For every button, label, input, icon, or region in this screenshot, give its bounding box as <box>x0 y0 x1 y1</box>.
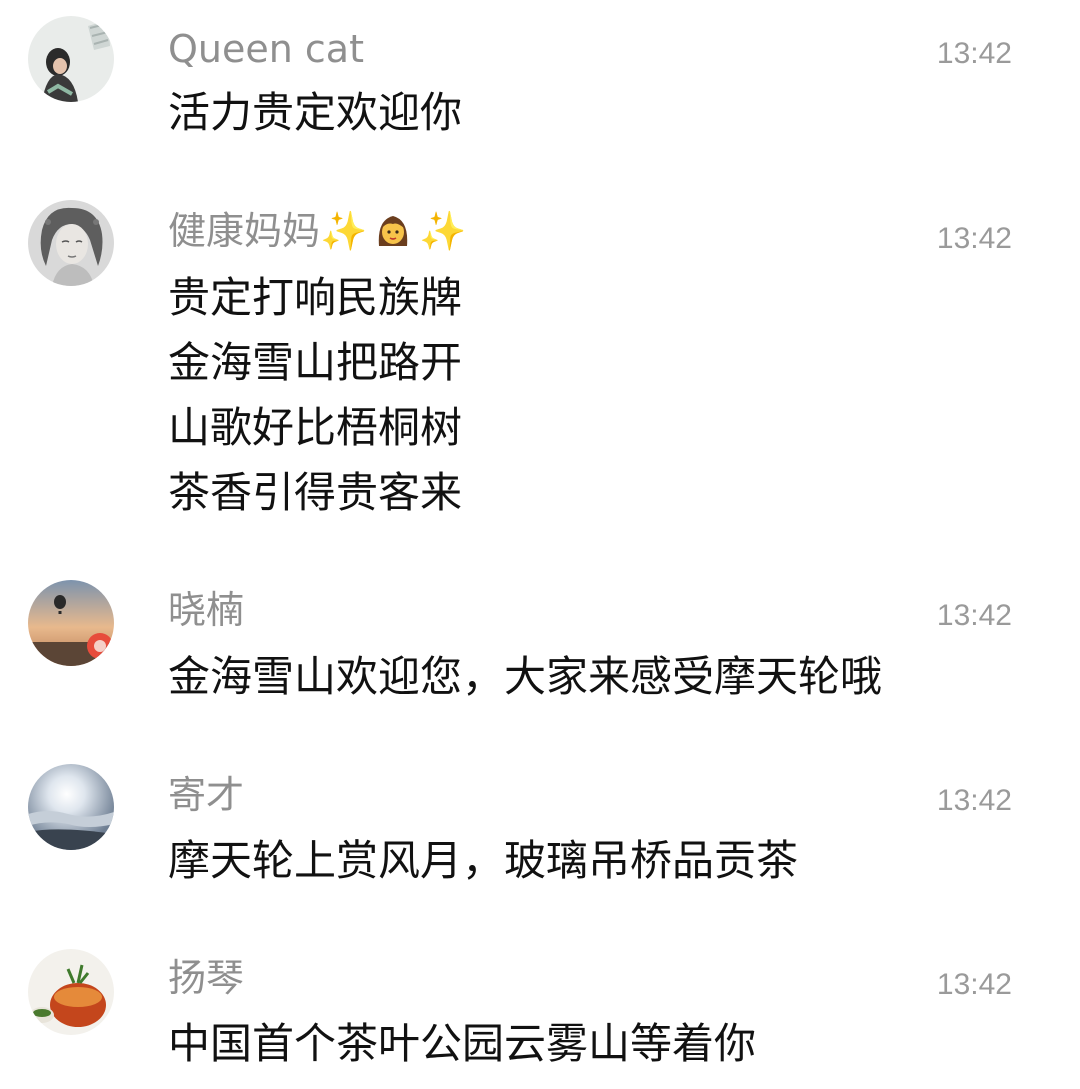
comment-author[interactable]: 健康妈妈✨ ✨ <box>168 208 467 254</box>
comment-line: 茶香引得贵客来 <box>168 468 463 517</box>
woman-emoji-icon <box>379 216 408 246</box>
comment-line: 山歌好比梧桐树 <box>168 403 463 452</box>
woman-portrait-avatar[interactable] <box>28 16 114 102</box>
comment-line: 金海雪山把路开 <box>168 338 463 387</box>
sketch-portrait-avatar[interactable] <box>28 200 114 286</box>
comment-time: 13:42 <box>936 968 1012 1001</box>
comment-item: 晓楠 13:42 金海雪山欢迎您，大家来感受摩天轮哦 <box>0 565 1080 735</box>
comment-line: 贵定打响民族牌 <box>168 273 463 322</box>
sunrise-clouds-avatar[interactable] <box>28 764 114 850</box>
comment-text: 中国首个茶叶公园云雾山等着你 <box>168 1011 756 1076</box>
comment-line: 活力贵定欢迎你 <box>168 88 463 137</box>
comment-time: 13:42 <box>936 599 1012 632</box>
comment-author[interactable]: Queen cat <box>168 26 364 72</box>
comment-text: 摩天轮上赏风月，玻璃吊桥品贡茶 <box>168 828 798 893</box>
comment-item: Queen cat 13:42 活力贵定欢迎你 <box>0 0 1080 170</box>
comment-text: 金海雪山欢迎您，大家来感受摩天轮哦 <box>168 644 882 709</box>
hot-air-balloon-avatar[interactable] <box>28 580 114 666</box>
comment-list: Queen cat 13:42 活力贵定欢迎你 健康妈妈✨ ✨ 13:42 贵定… <box>0 0 1080 1089</box>
comment-item: 健康妈妈✨ ✨ 13:42 贵定打响民族牌 金海雪山把路开 山歌好比梧桐树 茶香… <box>0 185 1080 545</box>
comment-time: 13:42 <box>936 222 1012 255</box>
comment-item: 扬琴 13:42 中国首个茶叶公园云雾山等着你 <box>0 935 1080 1089</box>
comment-text: 活力贵定欢迎你 <box>168 80 462 145</box>
comment-author[interactable]: 晓楠 <box>168 587 244 633</box>
comment-time: 13:42 <box>936 784 1012 817</box>
comment-time: 13:42 <box>936 37 1012 70</box>
comment-line: 中国首个茶叶公园云雾山等着你 <box>168 1019 757 1068</box>
comment-line: 摩天轮上赏风月，玻璃吊桥品贡茶 <box>168 836 799 885</box>
comment-item: 寄才 13:42 摩天轮上赏风月，玻璃吊桥品贡茶 <box>0 750 1080 920</box>
comment-author[interactable]: 扬琴 <box>168 955 244 1001</box>
sparkles-icon: ✨ <box>419 209 467 253</box>
comment-author[interactable]: 寄才 <box>168 772 244 818</box>
tea-cup-avatar[interactable] <box>28 949 114 1035</box>
comment-text: 贵定打响民族牌 金海雪山把路开 山歌好比梧桐树 茶香引得贵客来 <box>168 265 462 525</box>
author-name: 健康妈妈 <box>168 209 321 253</box>
sparkles-icon: ✨ <box>320 209 368 253</box>
comment-line: 金海雪山欢迎您，大家来感受摩天轮哦 <box>168 652 883 701</box>
